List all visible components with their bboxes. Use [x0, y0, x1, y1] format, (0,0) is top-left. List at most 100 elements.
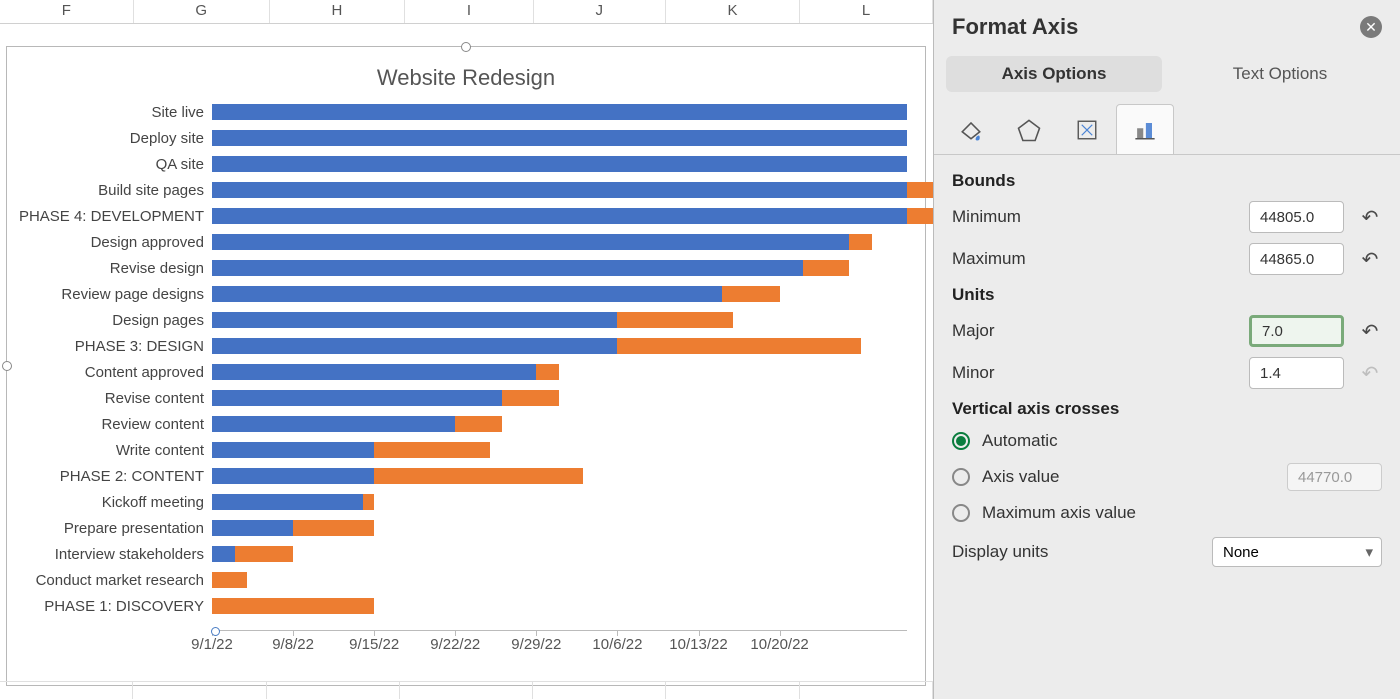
bar-row[interactable]: Revise design: [212, 255, 907, 281]
x-axis-tick-label: 10/20/22: [750, 636, 808, 653]
reset-max-button[interactable]: ↶: [1358, 247, 1382, 272]
bounds-max-input[interactable]: [1249, 243, 1344, 275]
bar-segment-duration[interactable]: [617, 338, 860, 354]
close-panel-button[interactable]: ✕: [1360, 16, 1382, 38]
bar-segment-duration[interactable]: [374, 442, 490, 458]
radio-max-axis-value[interactable]: [952, 504, 970, 522]
bar-row[interactable]: Site live: [212, 99, 907, 125]
bar-segment-duration[interactable]: [536, 364, 559, 380]
bar-row[interactable]: PHASE 1: DISCOVERY: [212, 593, 907, 619]
bar-segment-duration[interactable]: [455, 416, 501, 432]
tab-size-icon[interactable]: [1058, 104, 1116, 154]
bar-segment-offset[interactable]: [212, 338, 617, 354]
radio-axis-value[interactable]: [952, 468, 970, 486]
radio-max-axis-value-label: Maximum axis value: [982, 503, 1382, 523]
bar-segment-offset[interactable]: [212, 520, 293, 536]
bar-row[interactable]: PHASE 2: CONTENT: [212, 463, 907, 489]
col-header[interactable]: F: [0, 0, 134, 23]
units-major-input[interactable]: [1249, 315, 1344, 347]
tab-axis-options[interactable]: Axis Options: [946, 56, 1162, 92]
bar-row[interactable]: Design approved: [212, 229, 907, 255]
tab-fill-icon[interactable]: [942, 104, 1000, 154]
col-header[interactable]: G: [134, 0, 270, 23]
bar-row[interactable]: Review content: [212, 411, 907, 437]
bar-row[interactable]: PHASE 3: DESIGN: [212, 333, 907, 359]
chart-plot-area[interactable]: Site liveDeploy siteQA siteBuild site pa…: [212, 99, 907, 624]
bar-row[interactable]: Design pages: [212, 307, 907, 333]
bar-segment-offset[interactable]: [212, 286, 722, 302]
bar-row[interactable]: Content approved: [212, 359, 907, 385]
bar-row[interactable]: Prepare presentation: [212, 515, 907, 541]
tab-effects-icon[interactable]: [1000, 104, 1058, 154]
panel-icon-tabs: [934, 94, 1400, 155]
bar-segment-offset[interactable]: [212, 182, 907, 198]
chart-title[interactable]: Website Redesign: [7, 47, 925, 99]
bounds-min-label: Minimum: [952, 207, 1249, 227]
bar-segment-offset[interactable]: [212, 156, 907, 172]
reset-major-button[interactable]: ↶: [1358, 319, 1382, 344]
bar-segment-duration[interactable]: [212, 572, 247, 588]
reset-min-button[interactable]: ↶: [1358, 205, 1382, 230]
bar-segment-duration[interactable]: [374, 468, 583, 484]
col-header[interactable]: L: [800, 0, 933, 23]
bar-segment-offset[interactable]: [212, 468, 374, 484]
bar-category-label: PHASE 2: CONTENT: [12, 468, 212, 485]
section-bounds-title: Bounds: [952, 171, 1382, 191]
bar-category-label: Revise design: [12, 260, 212, 277]
gantt-chart[interactable]: Website Redesign Site liveDeploy siteQA …: [6, 46, 926, 686]
bar-row[interactable]: Write content: [212, 437, 907, 463]
bar-segment-duration[interactable]: [212, 598, 374, 614]
tab-axis-icon[interactable]: [1116, 104, 1174, 154]
bar-segment-duration[interactable]: [803, 260, 849, 276]
col-header[interactable]: K: [666, 0, 800, 23]
units-minor-input[interactable]: [1249, 357, 1344, 389]
bounds-min-input[interactable]: [1249, 201, 1344, 233]
bar-category-label: PHASE 1: DISCOVERY: [12, 598, 212, 615]
bar-segment-offset[interactable]: [212, 364, 536, 380]
bar-segment-offset[interactable]: [212, 130, 907, 146]
bar-segment-offset[interactable]: [212, 416, 455, 432]
display-units-select[interactable]: None: [1212, 537, 1382, 567]
bar-segment-offset[interactable]: [212, 442, 374, 458]
bar-segment-offset[interactable]: [212, 494, 363, 510]
chart-x-axis[interactable]: 9/1/229/8/229/15/229/22/229/29/2210/6/22…: [212, 630, 907, 660]
bar-chart-icon: [1131, 116, 1159, 144]
bar-category-label: Interview stakeholders: [12, 546, 212, 563]
col-header[interactable]: H: [270, 0, 405, 23]
bar-segment-offset[interactable]: [212, 260, 803, 276]
display-units-label: Display units: [952, 542, 1212, 562]
bar-row[interactable]: Review page designs: [212, 281, 907, 307]
bar-segment-offset[interactable]: [212, 546, 235, 562]
bar-segment-duration[interactable]: [502, 390, 560, 406]
undo-icon: ↶: [1362, 319, 1379, 344]
col-header[interactable]: I: [405, 0, 534, 23]
bar-row[interactable]: Deploy site: [212, 125, 907, 151]
bar-row[interactable]: QA site: [212, 151, 907, 177]
bar-row[interactable]: PHASE 4: DEVELOPMENT: [212, 203, 907, 229]
x-axis-tick-label: 9/15/22: [349, 636, 399, 653]
bar-segment-duration[interactable]: [617, 312, 733, 328]
bar-segment-offset[interactable]: [212, 390, 502, 406]
bar-segment-duration[interactable]: [363, 494, 375, 510]
bar-segment-duration[interactable]: [849, 234, 872, 250]
bar-segment-offset[interactable]: [212, 208, 907, 224]
axis-selection-handle[interactable]: [211, 627, 220, 636]
bar-segment-duration[interactable]: [722, 286, 780, 302]
bar-row[interactable]: Conduct market research: [212, 567, 907, 593]
axis-value-input[interactable]: [1287, 463, 1382, 491]
radio-automatic[interactable]: [952, 432, 970, 450]
bar-segment-duration[interactable]: [293, 520, 374, 536]
col-header[interactable]: J: [534, 0, 666, 23]
bar-row[interactable]: Build site pages: [212, 177, 907, 203]
bar-category-label: PHASE 4: DEVELOPMENT: [12, 208, 212, 225]
bar-segment-duration[interactable]: [235, 546, 293, 562]
bar-row[interactable]: Interview stakeholders: [212, 541, 907, 567]
bar-category-label: Conduct market research: [12, 572, 212, 589]
paint-bucket-icon: [957, 116, 985, 144]
bar-segment-offset[interactable]: [212, 312, 617, 328]
bar-row[interactable]: Revise content: [212, 385, 907, 411]
tab-text-options[interactable]: Text Options: [1172, 56, 1388, 92]
bar-segment-offset[interactable]: [212, 234, 849, 250]
bar-segment-offset[interactable]: [212, 104, 907, 120]
bar-row[interactable]: Kickoff meeting: [212, 489, 907, 515]
